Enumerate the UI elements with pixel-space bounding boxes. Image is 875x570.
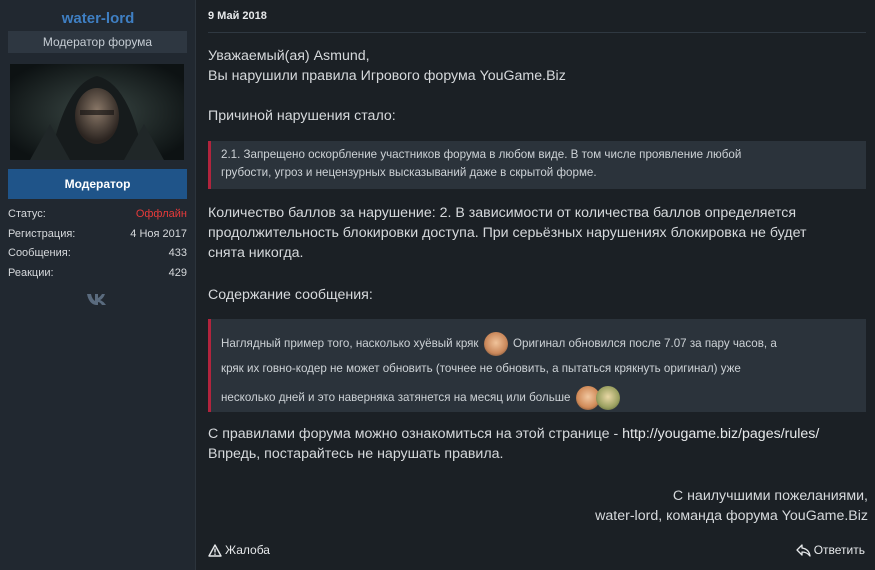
rule-quote: 2.1. Запрещено оскорбление участников фо… xyxy=(208,141,866,189)
message-quote-line: Наглядный пример того, насколько хуёвый … xyxy=(221,332,858,356)
stat-row-reactions: Реакции: 429 xyxy=(8,264,187,284)
stat-row-messages: Сообщения: 433 xyxy=(8,244,187,264)
message-quote-text: Наглядный пример того, насколько хуёвый … xyxy=(221,337,479,351)
smiley-icon xyxy=(483,332,508,356)
content-label: Содержание сообщения: xyxy=(208,287,373,303)
points-text: Количество баллов за нарушение: 2. В зав… xyxy=(208,203,868,305)
message-quote: Наглядный пример того, насколько хуёвый … xyxy=(208,319,866,412)
signoff: С наилучшими пожеланиями, xyxy=(672,488,868,504)
reply-icon xyxy=(796,543,811,557)
user-panel: water-lord Модератор форума Модератор Ст… xyxy=(0,0,196,570)
closing-text: С правилами форума можно ознакомиться на… xyxy=(208,424,868,526)
rules-link[interactable]: http://yougame.biz/pages/rules/ xyxy=(622,426,819,442)
status-value: Оффлайн xyxy=(135,208,187,220)
message-quote-line: кряк их говно-кодер не может обновить (т… xyxy=(221,362,741,375)
stat-row-status: Статус: Оффлайн xyxy=(8,205,187,225)
username-link[interactable]: water-lord xyxy=(0,10,196,27)
signature: water-lord, команда форума YouGame.Biz xyxy=(595,508,868,524)
registration-value: 4 Ноя 2017 xyxy=(130,227,187,240)
rule-quote-line: 2.1. Запрещено оскорбление участников фо… xyxy=(221,148,742,161)
stat-label: Реакции: xyxy=(8,266,54,279)
facepalm-smiley-icon xyxy=(595,386,620,410)
report-button[interactable]: Жалоба xyxy=(208,543,270,557)
message-quote-text: несколько дней и это наверняка затянется… xyxy=(221,391,571,405)
report-label: Жалоба xyxy=(225,543,270,557)
message-quote-text: Оригинал обновился после 7.07 за пару ча… xyxy=(512,337,777,351)
message-quote-line: несколько дней и это наверняка затянется… xyxy=(221,386,858,410)
post-date[interactable]: 9 Май 2018 xyxy=(208,10,267,22)
reply-label: Ответить xyxy=(813,543,865,557)
stat-label: Статус: xyxy=(8,208,46,220)
rules-text: С правилами форума можно ознакомиться на… xyxy=(208,426,623,442)
rule-quote-line: грубости, угроз и нецензурных высказыван… xyxy=(221,166,597,179)
role-banner: Модератор xyxy=(8,169,187,199)
warning-icon xyxy=(208,543,222,557)
points-line: продолжительность блокировки доступа. Пр… xyxy=(208,225,807,241)
user-title: Модератор форума xyxy=(8,31,187,53)
points-line: снята никогда. xyxy=(208,245,304,261)
messages-value: 433 xyxy=(168,247,187,259)
points-line: Количество баллов за нарушение: 2. В зав… xyxy=(208,205,797,221)
stat-row-registration: Регистрация: 4 Ноя 2017 xyxy=(8,225,187,245)
vk-icon[interactable] xyxy=(86,292,110,306)
reason-label: Причиной нарушения стало: xyxy=(208,108,396,124)
greeting: Уважаемый(ая) Asmund, xyxy=(208,48,370,64)
intro-text: Вы нарушили правила Игрового форума YouG… xyxy=(208,68,566,84)
avatar-image xyxy=(10,64,184,160)
rules-line: С правилами форума можно ознакомиться на… xyxy=(208,424,868,444)
avatar[interactable] xyxy=(10,64,184,160)
user-stats: Статус: Оффлайн Регистрация: 4 Ноя 2017 … xyxy=(8,205,187,283)
closing-advice: Впредь, постарайтесь не нарушать правила… xyxy=(208,446,504,462)
reply-button[interactable]: Ответить xyxy=(796,543,865,557)
divider xyxy=(208,32,866,33)
stat-label: Регистрация: xyxy=(8,227,76,240)
stat-label: Сообщения: xyxy=(8,247,71,259)
reactions-value: 429 xyxy=(168,266,187,279)
message-body: Уважаемый(ая) Asmund, Вы нарушили правил… xyxy=(208,46,868,126)
